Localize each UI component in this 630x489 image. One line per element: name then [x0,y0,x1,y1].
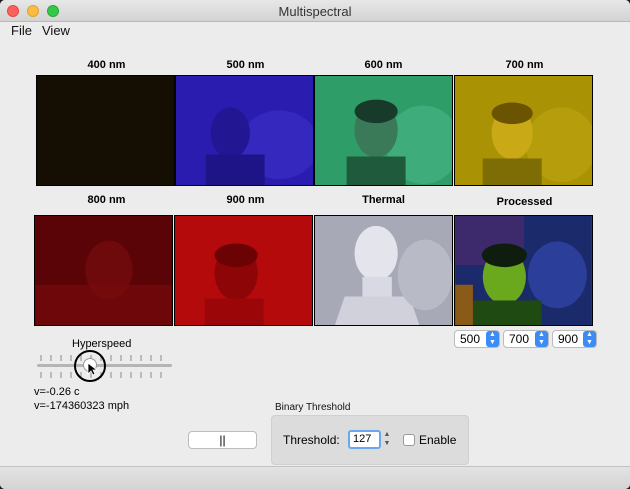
stepper-arrows-icon[interactable]: ▲ ▼ [486,331,499,347]
channel-select-blue-value: 900 [558,332,579,346]
channel-select-red[interactable]: 500 ▲ ▼ [454,330,500,348]
threshold-input[interactable]: 127 [348,430,381,449]
enable-checkbox[interactable] [403,434,415,446]
image-600nm [314,75,453,186]
channel-select-green-value: 700 [509,332,530,346]
window-title: Multispectral [278,4,352,19]
face-image [455,216,592,325]
velocity-mph-readout: v=-174360323 mph [34,400,130,412]
face-image [175,216,312,325]
panel-label-thermal: Thermal [362,194,405,206]
image-thermal [314,215,453,326]
threshold-stepper-icon[interactable]: ▲ ▼ [382,430,392,449]
face-image [35,216,172,325]
image-500nm [175,75,314,186]
stepper-arrows-icon[interactable]: ▲ ▼ [583,331,596,347]
pause-button[interactable]: || [188,431,257,449]
stepper-arrows-icon[interactable]: ▲ ▼ [535,331,548,347]
image-700nm [454,75,593,186]
title-bar[interactable]: Multispectral [0,0,630,22]
menu-view[interactable]: View [42,23,70,38]
panel-label-600nm: 600 nm [364,59,403,71]
face-image [315,216,452,325]
image-900nm [174,215,313,326]
face-image [455,76,592,185]
menu-file[interactable]: File [11,23,32,38]
panel-label-700nm: 700 nm [505,59,544,71]
slider-label: Hyperspeed [72,338,132,350]
threshold-label: Threshold: [283,433,340,447]
face-image [176,76,313,185]
panel-label-500nm: 500 nm [226,59,265,71]
face-image [315,76,452,185]
channel-select-red-value: 500 [460,332,481,346]
panel-label-processed: Processed [496,196,553,208]
image-processed [454,215,593,326]
panel-label-900nm: 900 nm [226,194,265,206]
image-800nm [34,215,173,326]
image-400nm [36,75,175,186]
binary-threshold-title: Binary Threshold [275,402,351,413]
slider-ticks-bottom [40,372,162,378]
mouse-pointer-icon [87,362,97,376]
channel-select-green[interactable]: 700 ▲ ▼ [503,330,549,348]
window-bottom-bar [0,466,630,489]
velocity-c-readout: v=-0.26 c [34,386,80,398]
panel-label-800nm: 800 nm [87,194,126,206]
enable-label[interactable]: Enable [419,433,456,447]
app-window: Multispectral File View 400 nm 500 nm 60… [0,0,630,489]
channel-select-blue[interactable]: 900 ▲ ▼ [552,330,597,348]
panel-label-400nm: 400 nm [87,59,126,71]
menu-bar: File View [0,22,630,40]
face-image [37,76,174,185]
